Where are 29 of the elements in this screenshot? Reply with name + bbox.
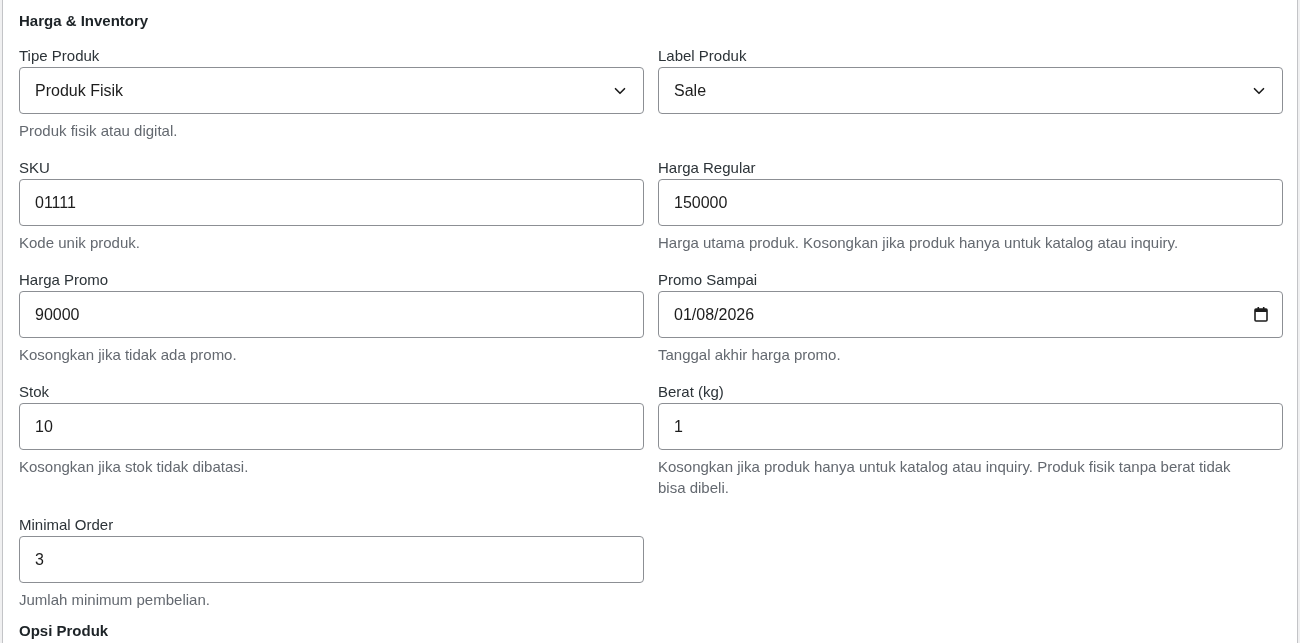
help-text: Kode unik produk. bbox=[19, 233, 141, 253]
field-label: Minimal Order bbox=[19, 515, 115, 535]
field-label: SKU bbox=[19, 158, 51, 178]
text-field[interactable]: 150000 bbox=[658, 179, 1283, 226]
text-field[interactable]: 10 bbox=[19, 403, 644, 450]
help-text: Harga utama produk. Kosongkan jika produk hanya untuk katalog atau inquiry. bbox=[658, 233, 1180, 253]
field-label: Harga Regular bbox=[658, 158, 757, 178]
field-label: Tipe Produk bbox=[19, 46, 101, 66]
dropdown-field[interactable]: Produk Fisik bbox=[19, 67, 644, 114]
help-text: Jumlah minimum pembelian. bbox=[19, 590, 211, 610]
date-field[interactable]: 01/08/2026 bbox=[658, 291, 1283, 338]
help-text: Kosongkan jika tidak ada promo. bbox=[19, 345, 238, 365]
field-label: Harga Promo bbox=[19, 270, 110, 290]
help-text: Kosongkan jika produk hanya untuk katalog atau inquiry. Produk fisik tanpa berat tidak bisa dibeli. bbox=[658, 457, 1232, 498]
text-field[interactable]: 1 bbox=[658, 403, 1283, 450]
field-label: Berat (kg) bbox=[658, 382, 725, 402]
section-heading: Opsi Produk bbox=[19, 622, 110, 640]
text-field[interactable]: 01111 bbox=[19, 179, 644, 226]
text-field[interactable]: 90000 bbox=[19, 291, 644, 338]
help-text: Produk fisik atau digital. bbox=[19, 121, 179, 141]
section-heading: Harga & Inventory bbox=[19, 12, 150, 30]
calendar-icon[interactable] bbox=[1254, 307, 1268, 322]
help-text: Tanggal akhir harga promo. bbox=[658, 345, 842, 365]
field-label: Stok bbox=[19, 382, 50, 402]
text-field[interactable]: 3 bbox=[19, 536, 644, 583]
dropdown-field[interactable]: Sale bbox=[658, 67, 1283, 114]
field-label: Label Produk bbox=[658, 46, 748, 66]
help-text: Kosongkan jika stok tidak dibatasi. bbox=[19, 457, 250, 477]
field-label: Promo Sampai bbox=[658, 270, 759, 290]
